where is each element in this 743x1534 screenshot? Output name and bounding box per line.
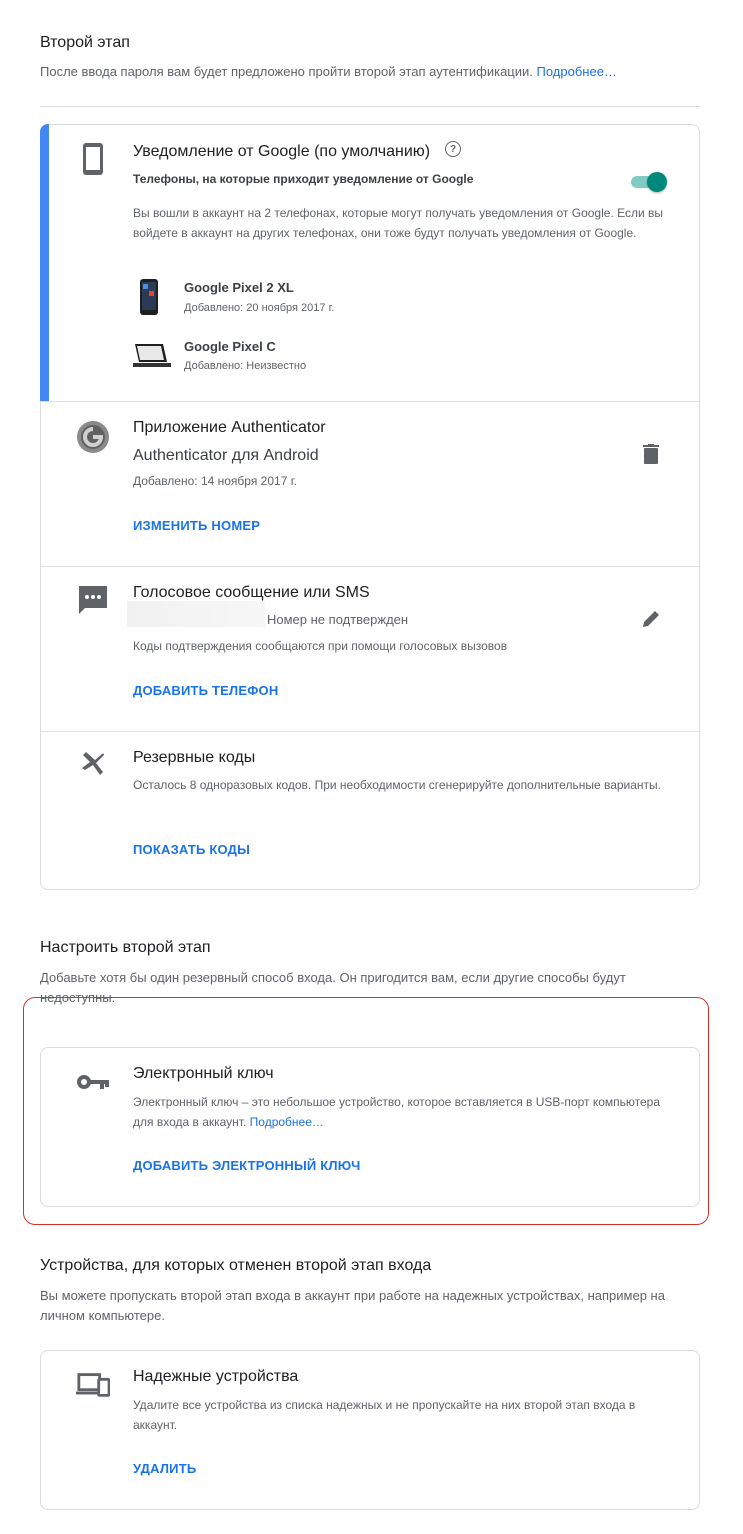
pixel-c-icon: [133, 342, 171, 375]
airplane-icon: [76, 748, 110, 782]
authenticator-subtitle: Authenticator для Android: [133, 447, 319, 464]
key-icon: [76, 1065, 110, 1099]
google-prompt-toggle[interactable]: [631, 171, 667, 192]
second-step-methods-card: Уведомление от Google (по умолчанию) ? Т…: [40, 124, 700, 890]
section-desc-trusted: Вы можете пропускать второй этап входа в…: [40, 1288, 665, 1323]
learn-more-link[interactable]: Подробнее…: [250, 1115, 324, 1129]
section-title-trusted: Устройства, для которых отменен второй э…: [40, 1257, 432, 1274]
security-key-card: Электронный ключ Электронный ключ – это …: [40, 1047, 700, 1207]
add-phone-button[interactable]: ДОБАВИТЬ ТЕЛЕФОН: [133, 683, 278, 698]
divider: [40, 106, 700, 107]
authenticator-icon: [76, 420, 110, 454]
device-added-date: Добавлено: 20 ноября 2017 г.: [184, 302, 335, 314]
section-title-second-step: Второй этап: [40, 34, 130, 51]
redacted-phone-number: [127, 601, 265, 627]
add-security-key-button[interactable]: ДОБАВИТЬ ЭЛЕКТРОННЫЙ КЛЮЧ: [133, 1158, 360, 1173]
remove-trusted-devices-button[interactable]: УДАЛИТЬ: [133, 1461, 196, 1476]
phone-icon: [76, 142, 110, 176]
backup-codes-desc: Осталось 8 одноразовых кодов. При необхо…: [133, 778, 661, 792]
trusted-devices-desc: Удалите все устройства из списка надежны…: [133, 1398, 636, 1432]
voice-sms-block: Голосовое сообщение или SMS Номер не под…: [41, 566, 699, 731]
voice-sms-desc: Коды подтверждения сообщаются при помощи…: [133, 639, 508, 653]
sms-icon: [76, 583, 110, 617]
pixel-2-xl-icon: [137, 279, 161, 320]
help-icon[interactable]: ?: [445, 141, 461, 157]
devices-icon: [76, 1368, 110, 1402]
device-name: Google Pixel 2 XL: [184, 280, 294, 295]
backup-codes-title: Резервные коды: [133, 749, 256, 766]
toggle-thumb: [647, 172, 667, 192]
phones-label: Телефоны, на которые приходит уведомлени…: [133, 172, 474, 186]
number-unverified-status: Номер не подтвержден: [267, 612, 409, 627]
show-codes-button[interactable]: ПОКАЗАТЬ КОДЫ: [133, 842, 250, 857]
section-desc-text: После ввода пароля вам будет предложено …: [40, 64, 533, 79]
trusted-devices-block: Надежные устройства Удалите все устройст…: [41, 1351, 699, 1509]
security-key-title: Электронный ключ: [133, 1065, 274, 1082]
learn-more-link[interactable]: Подробнее…: [537, 64, 617, 79]
authenticator-title: Приложение Authenticator: [133, 419, 326, 436]
section-title-setup: Настроить второй этап: [40, 939, 211, 956]
section-desc-second-step: После ввода пароля вам будет предложено …: [40, 62, 700, 82]
voice-sms-title: Голосовое сообщение или SMS: [133, 584, 370, 601]
security-key-block: Электронный ключ Электронный ключ – это …: [41, 1048, 699, 1206]
trusted-devices-card: Надежные устройства Удалите все устройст…: [40, 1350, 700, 1510]
security-key-desc-text: Электронный ключ – это небольшое устройс…: [133, 1095, 660, 1129]
google-prompt-block: Уведомление от Google (по умолчанию) ? Т…: [40, 124, 699, 401]
change-number-button[interactable]: ИЗМЕНИТЬ НОМЕР: [133, 518, 260, 533]
trusted-devices-title: Надежные устройства: [133, 1368, 299, 1385]
edit-icon[interactable]: [639, 607, 663, 631]
device-name: Google Pixel C: [184, 339, 276, 354]
authenticator-added: Добавлено: 14 ноября 2017 г.: [133, 474, 297, 488]
google-prompt-desc: Вы вошли в аккаунт на 2 телефонах, котор…: [133, 206, 664, 240]
default-method-accent: [40, 124, 49, 401]
authenticator-block: Приложение Authenticator Authenticator д…: [41, 401, 699, 566]
backup-codes-block: Резервные коды Осталось 8 одноразовых ко…: [41, 731, 699, 890]
delete-icon[interactable]: [639, 442, 663, 466]
google-prompt-title: Уведомление от Google (по умолчанию): [133, 143, 431, 160]
security-key-desc: Электронный ключ – это небольшое устройс…: [133, 1092, 681, 1132]
device-added-date: Добавлено: Неизвестно: [184, 360, 307, 372]
